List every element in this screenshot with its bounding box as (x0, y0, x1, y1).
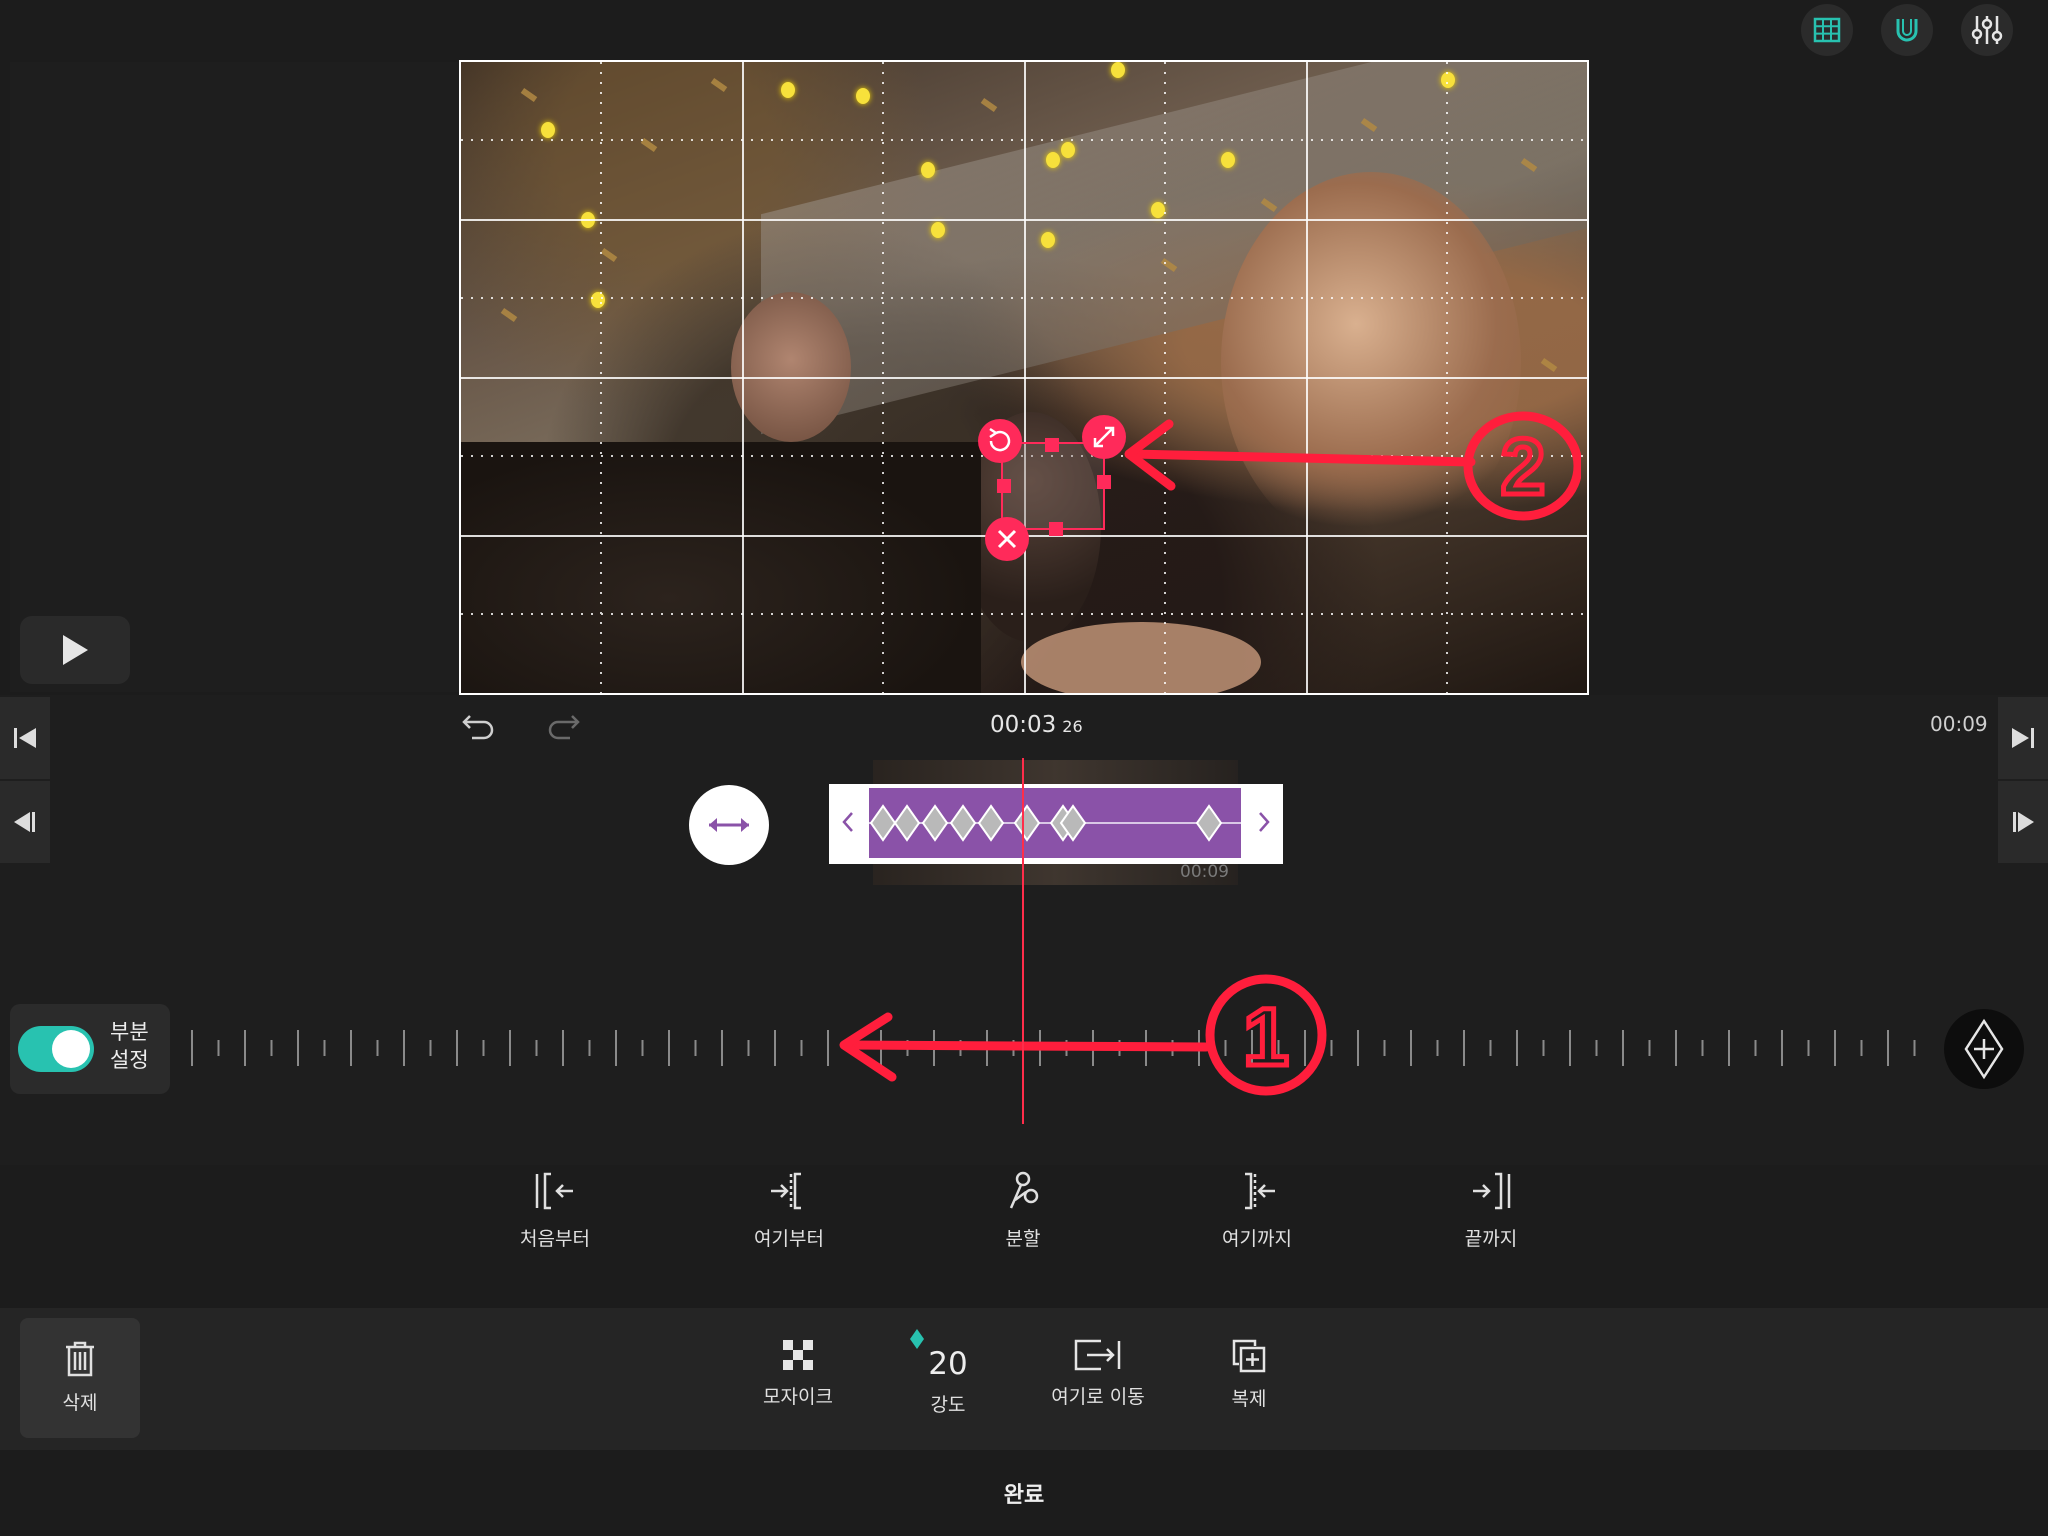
annotation-arrow-2: 2 (1124, 411, 1581, 521)
grid-icon[interactable] (1801, 4, 1853, 56)
partial-setting-toggle[interactable]: 부분 설정 (10, 1004, 170, 1094)
dotted-grid (461, 62, 1587, 693)
rotate-icon (978, 419, 1022, 463)
trim-from-here-icon (771, 1172, 801, 1210)
toggle-label: 부분 설정 (110, 1020, 149, 1072)
move-here-icon (1074, 1339, 1121, 1371)
move-here-button[interactable]: 여기로 이동 (1028, 1338, 1168, 1409)
current-time: 00:03 26 (990, 712, 1083, 738)
resize-handle-bottom (1049, 522, 1063, 536)
sliders-icon[interactable] (1961, 4, 2013, 56)
keyframe-diamond-icon (893, 804, 921, 842)
mosaic-button[interactable]: 모자이크 (728, 1338, 868, 1409)
split-button[interactable]: 분할 (938, 1170, 1108, 1251)
keyframe-diamond-icon (977, 804, 1005, 842)
bottom-toolbar (0, 1308, 2048, 1450)
scale-icon (1082, 415, 1126, 459)
annotation-arrow-1: 1 (839, 974, 1327, 1096)
prev-frame-button[interactable] (0, 781, 50, 863)
trim-to-here-button[interactable]: 여기까지 (1172, 1170, 1342, 1251)
total-time: 00:09 (1930, 712, 1988, 736)
toggle-knob (52, 1030, 90, 1068)
video-preview[interactable]: 2 (459, 60, 1589, 695)
strength-control[interactable]: 20 강도 (878, 1328, 1018, 1417)
trim-to-end-icon (1473, 1172, 1511, 1210)
play-button[interactable] (20, 616, 130, 684)
clip-body (869, 788, 1241, 858)
delete-button[interactable]: 삭제 (20, 1318, 140, 1438)
keyframe-diamond-icon (1013, 804, 1041, 842)
go-to-end-button[interactable] (1998, 697, 2048, 779)
keyframe-diamond-icon (921, 804, 949, 842)
trash-icon (66, 1341, 94, 1377)
duplicate-icon (1232, 1339, 1266, 1373)
trim-to-end-button[interactable]: 끝까지 (1406, 1170, 1576, 1251)
clip-left-handle-icon[interactable] (841, 810, 855, 838)
magnet-icon[interactable] (1881, 4, 1933, 56)
undo-icon[interactable] (462, 710, 496, 744)
split-icon (1009, 1171, 1039, 1209)
move-handle-button[interactable] (689, 785, 769, 865)
resize-handle-top (1045, 438, 1059, 452)
top-bar (0, 0, 2048, 62)
annotation-marker-2: 2 (1501, 422, 1546, 511)
done-button[interactable]: 완료 (0, 1450, 2048, 1536)
playhead[interactable] (1022, 758, 1024, 1124)
mosaic-icon (783, 1340, 813, 1370)
redo-icon[interactable] (546, 710, 580, 744)
strength-value: 20 (928, 1346, 968, 1382)
resize-handle-left (997, 479, 1011, 493)
annotation-marker-1: 1 (1243, 992, 1289, 1083)
trim-from-start-icon (535, 1172, 573, 1210)
add-keyframe-button[interactable] (1944, 1009, 2024, 1089)
go-to-start-button[interactable] (0, 697, 50, 779)
keyframe-indicator-icon (910, 1329, 924, 1349)
duplicate-button[interactable]: 복제 (1179, 1338, 1319, 1411)
trim-from-start-button[interactable]: 처음부터 (470, 1170, 640, 1251)
toggle-switch[interactable] (18, 1026, 94, 1072)
delete-label: 삭제 (62, 1392, 98, 1414)
trim-to-here-icon (1245, 1172, 1275, 1210)
keyframe-diamond-icon (949, 804, 977, 842)
next-frame-button[interactable] (1998, 781, 2048, 863)
close-icon (985, 517, 1029, 561)
mosaic-clip[interactable] (829, 784, 1283, 864)
current-frames: 26 (1062, 717, 1083, 736)
clip-right-handle-icon[interactable] (1257, 810, 1271, 838)
keyframe-diamond-icon (1195, 804, 1223, 842)
preview-area (10, 62, 460, 692)
trim-from-here-button[interactable]: 여기부터 (704, 1170, 874, 1251)
resize-handle-right (1097, 475, 1111, 489)
keyframe-diamond-icon (1059, 804, 1087, 842)
clip-duration: 00:09 (1180, 862, 1229, 882)
